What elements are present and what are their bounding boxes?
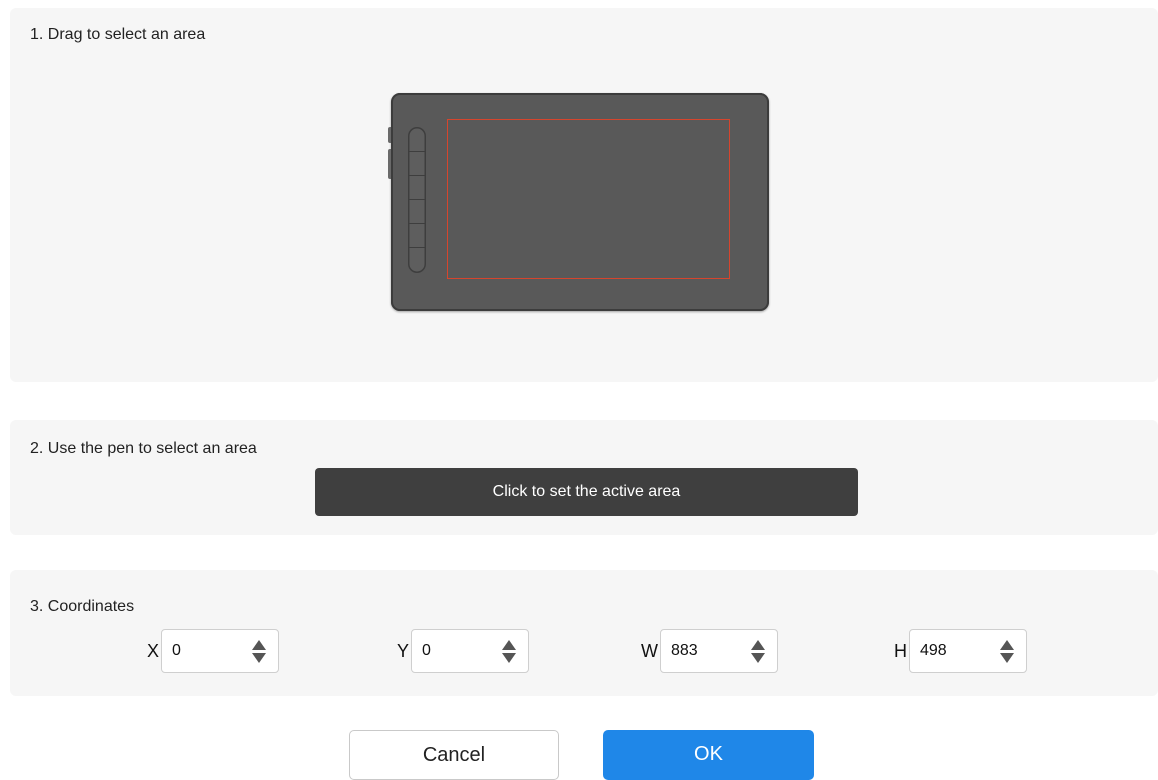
coord-y-stepper[interactable] xyxy=(502,640,517,664)
stepper-down-icon[interactable] xyxy=(1000,653,1014,663)
pen-select-title: 2. Use the pen to select an area xyxy=(30,440,257,457)
coord-w-label: W xyxy=(641,640,658,661)
express-key-divider xyxy=(408,223,426,224)
coord-w: W 883 xyxy=(641,627,778,675)
active-area-selection[interactable] xyxy=(447,119,730,279)
coord-y-label: Y xyxy=(397,640,410,661)
tablet-side-button-top xyxy=(388,127,391,143)
stepper-up-icon[interactable] xyxy=(252,640,267,650)
coord-h-input[interactable]: 498 xyxy=(909,629,1027,673)
pen-select-section: 2. Use the pen to select an area Click t… xyxy=(10,420,1158,535)
stepper-up-icon[interactable] xyxy=(751,640,765,650)
coordinates-section: 3. Coordinates X 0 Y 0 W 883 H 498 xyxy=(10,570,1158,696)
coord-h-value: 498 xyxy=(920,642,947,659)
stepper-up-icon[interactable] xyxy=(502,640,517,650)
stepper-down-icon[interactable] xyxy=(751,653,765,663)
coord-y-value: 0 xyxy=(422,642,431,659)
coord-y: Y 0 xyxy=(397,627,530,675)
express-key-divider xyxy=(408,247,426,248)
express-key-divider xyxy=(408,175,426,176)
coord-x-value: 0 xyxy=(172,642,181,659)
tablet-preview[interactable] xyxy=(388,93,769,311)
coord-h-label: H xyxy=(894,640,907,661)
express-keys-strip xyxy=(408,127,426,273)
coordinates-title: 3. Coordinates xyxy=(30,598,135,615)
coord-h-stepper[interactable] xyxy=(1000,640,1014,664)
coord-x-stepper[interactable] xyxy=(252,640,267,664)
express-key-divider xyxy=(408,151,426,152)
stepper-up-icon[interactable] xyxy=(1000,640,1014,650)
set-active-area-button[interactable]: Click to set the active area xyxy=(315,468,858,516)
express-key-divider xyxy=(408,199,426,200)
coord-y-input[interactable]: 0 xyxy=(411,629,530,673)
coord-x: X 0 xyxy=(147,627,280,675)
stepper-down-icon[interactable] xyxy=(502,653,517,663)
coord-x-label: X xyxy=(147,640,160,661)
drag-area-section: 1. Drag to select an area xyxy=(10,8,1158,382)
stepper-down-icon[interactable] xyxy=(252,653,267,663)
coord-h: H 498 xyxy=(894,627,1027,675)
coord-w-input[interactable]: 883 xyxy=(660,629,778,673)
coord-w-stepper[interactable] xyxy=(751,640,765,664)
tablet-side-button-bottom xyxy=(388,149,391,179)
drag-area-title: 1. Drag to select an area xyxy=(30,26,206,43)
coord-w-value: 883 xyxy=(671,642,698,659)
coord-x-input[interactable]: 0 xyxy=(161,629,280,673)
